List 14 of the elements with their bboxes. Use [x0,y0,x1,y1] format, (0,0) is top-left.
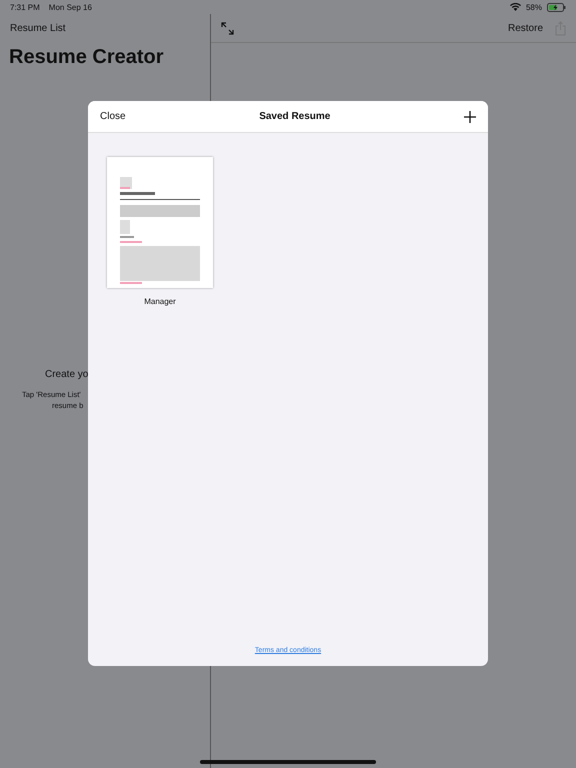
battery-percent: 58% [526,2,542,12]
restore-button[interactable]: Restore [508,22,543,34]
back-button[interactable]: Resume List [10,22,66,34]
add-icon[interactable] [464,110,476,122]
battery-icon [547,2,566,12]
status-date: Mon Sep 16 [48,2,92,12]
status-time: 7:31 PM [10,2,40,12]
resume-name: Manager [144,297,176,306]
empty-state-title: Create yo [45,369,90,380]
sidebar-title: Resume Creator [9,46,165,69]
wifi-icon [510,3,521,11]
close-button[interactable]: Close [100,111,126,122]
expand-icon[interactable] [221,22,234,34]
modal-title: Saved Resume [259,111,330,122]
